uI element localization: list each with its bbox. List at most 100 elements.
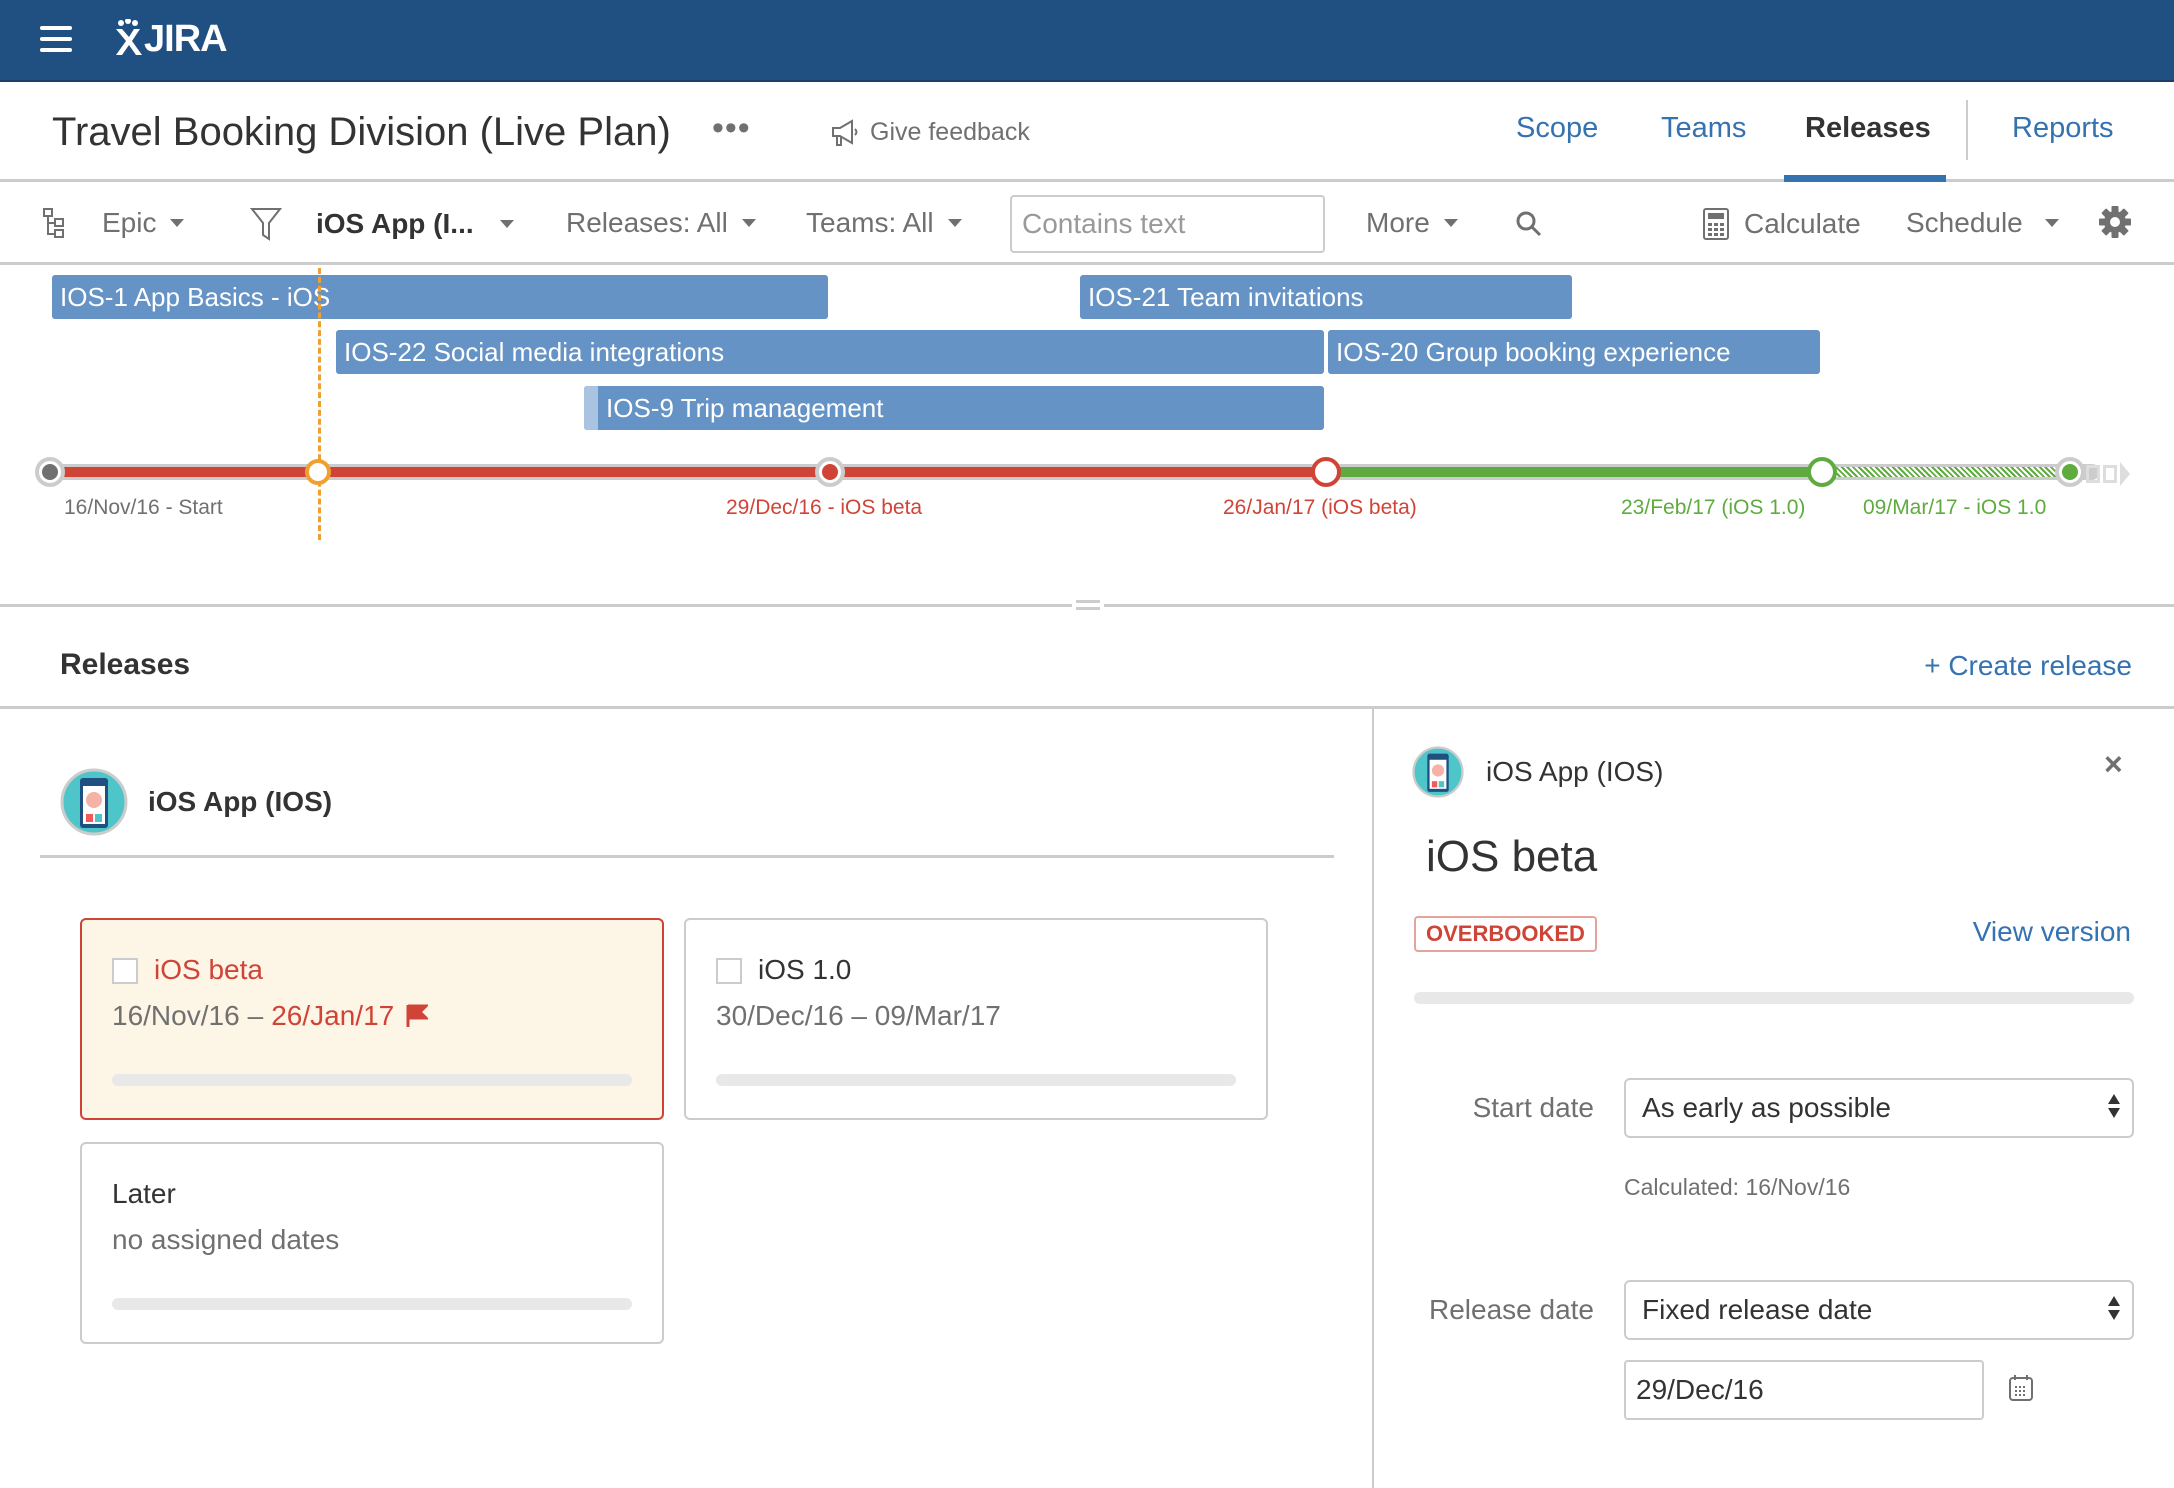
select-arrows-icon [2108, 1296, 2120, 1320]
give-feedback-button[interactable]: Give feedback [830, 118, 1030, 147]
release-progress-bar [1414, 992, 2134, 1004]
scroll-box-icon [2086, 465, 2100, 483]
release-date-select[interactable]: Fixed release date [1624, 1280, 2134, 1340]
chevron-down-icon [741, 219, 756, 227]
feedback-label: Give feedback [870, 118, 1030, 146]
timeline-scroll-right[interactable] [2086, 462, 2133, 486]
date-separator: – [247, 1000, 264, 1031]
active-tab-indicator [1784, 175, 1946, 182]
project-avatar-icon [60, 768, 128, 836]
milestone-label: 16/Nov/16 - Start [64, 496, 223, 519]
project-name: iOS App (IOS) [148, 786, 333, 817]
releases-filter-label: Releases: All [566, 207, 728, 238]
menu-icon[interactable] [40, 26, 72, 54]
flag-icon [406, 1004, 429, 1027]
release-checkbox[interactable] [716, 958, 742, 984]
release-start-date: 16/Nov/16 [112, 1000, 240, 1031]
today-marker-line [318, 268, 321, 540]
epic-bar[interactable]: IOS-22 Social media integrations [336, 330, 1324, 374]
release-date-label: Release date [1428, 1294, 1594, 1325]
tab-teams[interactable]: Teams [1661, 112, 1746, 145]
release-title: iOS beta [1426, 832, 1598, 881]
chevron-down-icon [1443, 219, 1458, 227]
search-button[interactable] [1516, 211, 1542, 237]
epic-bar[interactable]: IOS-20 Group booking experience [1328, 330, 1820, 374]
tab-scope[interactable]: Scope [1516, 112, 1598, 145]
release-card-ios-1[interactable]: iOS 1.0 30/Dec/16 – 09/Mar/17 [684, 918, 1268, 1120]
chevron-down-icon [170, 219, 185, 227]
splitter-handle[interactable] [1072, 596, 1104, 614]
chevron-down-icon [2044, 219, 2059, 227]
milestone-today[interactable] [305, 459, 331, 485]
release-card-later[interactable]: Later no assigned dates [80, 1142, 664, 1344]
logo-text: JIRA [144, 17, 228, 60]
releases-filter-dropdown[interactable]: Releases: All [566, 207, 756, 239]
more-filters-label: More [1366, 207, 1430, 238]
project-filter-dropdown[interactable]: iOS App (I... [250, 207, 514, 241]
teams-filter-dropdown[interactable]: Teams: All [806, 207, 962, 239]
milestone-dot [2062, 464, 2078, 480]
track-segment-on-track [1326, 467, 1822, 477]
status-badge: OVERBOOKED [1414, 916, 1597, 952]
release-end-date: 26/Jan/17 [271, 1000, 395, 1031]
settings-button[interactable] [2098, 205, 2132, 239]
milestone-label: 26/Jan/17 (iOS beta) [1223, 496, 1417, 519]
page-title: Travel Booking Division (Live Plan) [52, 110, 671, 154]
milestone-ios-1[interactable] [2055, 457, 2085, 487]
start-date-value: As early as possible [1642, 1092, 1892, 1123]
top-navigation-bar: JIRA [0, 0, 2174, 82]
project-avatar-icon [1412, 746, 1464, 798]
milestone-ios-beta-projected[interactable] [1311, 457, 1341, 487]
close-icon[interactable]: × [2104, 746, 2123, 783]
megaphone-icon [832, 118, 858, 146]
milestone-dot [42, 464, 58, 480]
hierarchy-dropdown[interactable]: Epic [42, 207, 185, 239]
release-date-input[interactable] [1624, 1360, 1984, 1420]
plan-header: Travel Booking Division (Live Plan) ••• … [0, 82, 2174, 182]
jira-logo-icon [116, 19, 142, 55]
milestone-dot [822, 464, 838, 480]
release-checkbox[interactable] [112, 958, 138, 984]
start-date-select[interactable]: As early as possible [1624, 1078, 2134, 1138]
release-dates: 16/Nov/16 – 26/Jan/17 [112, 1000, 429, 1032]
project-divider [40, 855, 1334, 858]
epic-bar-label: IOS-9 Trip management [606, 393, 884, 423]
milestone-label: 09/Mar/17 - iOS 1.0 [1863, 496, 2047, 519]
calculate-button[interactable]: Calculate [1702, 207, 1861, 241]
select-arrows-icon [2108, 1094, 2120, 1118]
calculated-start-date: Calculated: 16/Nov/16 [1624, 1174, 1851, 1200]
date-picker-button[interactable] [2008, 1374, 2034, 1407]
milestone-ios-beta[interactable] [815, 457, 845, 487]
release-progress-bar [112, 1298, 632, 1310]
section-divider [0, 706, 2174, 709]
epic-bar[interactable]: IOS-21 Team invitations [1080, 275, 1572, 319]
more-actions-button[interactable]: ••• [712, 111, 751, 145]
chevron-down-icon [499, 220, 514, 228]
release-progress-bar [716, 1074, 1236, 1086]
project-filter-label: iOS App (I... [316, 208, 474, 239]
tab-releases[interactable]: Releases [1805, 112, 1931, 145]
pane-divider [1372, 709, 1374, 1488]
contains-text-input[interactable] [1010, 195, 1325, 253]
filter-icon [250, 208, 282, 241]
view-version-link[interactable]: View version [1973, 916, 2131, 948]
epic-bar[interactable]: IOS-9 Trip management [584, 386, 1324, 430]
detail-project-header: iOS App (IOS) [1412, 746, 1663, 798]
tab-reports[interactable]: Reports [2012, 112, 2114, 145]
milestone-ios-1-projected[interactable] [1807, 457, 1837, 487]
more-filters-dropdown[interactable]: More [1366, 207, 1458, 239]
release-card-ios-beta[interactable]: iOS beta 16/Nov/16 – 26/Jan/17 [80, 918, 664, 1120]
schedule-dropdown[interactable]: Schedule [1906, 207, 2059, 239]
tab-divider [1966, 100, 1968, 160]
release-name: iOS beta [154, 954, 263, 985]
track-segment-buffer [1822, 467, 2070, 477]
filter-toolbar: Epic iOS App (I... Releases: All Teams: … [0, 185, 2174, 265]
create-release-button[interactable]: + Create release [1924, 650, 2132, 682]
milestone-label: 29/Dec/16 - iOS beta [726, 496, 923, 519]
start-date-label: Start date [1472, 1092, 1594, 1123]
milestone-start[interactable] [35, 457, 65, 487]
epic-bar[interactable]: IOS-1 App Basics - iOS [52, 275, 828, 319]
chevron-down-icon [947, 219, 962, 227]
jira-logo[interactable]: JIRA [112, 14, 228, 64]
roadmap-timeline: IOS-1 App Basics - iOS IOS-21 Team invit… [0, 268, 2174, 604]
